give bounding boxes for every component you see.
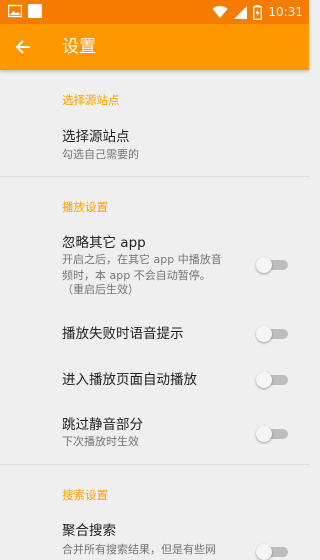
divider [0, 464, 309, 465]
toggle-switch[interactable] [256, 426, 288, 442]
setting-item-ignore-other-apps[interactable]: 忽略其它 app 开启之后，在其它 app 中播放音 频时，本 app 不会自动… [0, 226, 309, 306]
setting-title: 播放失败时语音提示 [62, 326, 184, 342]
toggle-switch[interactable] [256, 326, 288, 342]
wifi-icon [212, 6, 228, 19]
toggle-switch[interactable] [256, 544, 288, 560]
setting-title: 聚合搜索 [62, 523, 116, 539]
section-header-source: 选择源站点 [62, 93, 120, 107]
setting-subtitle: 勾选自己需要的 [62, 148, 139, 161]
setting-title: 进入播放页面自动播放 [62, 372, 197, 388]
page-title: 设置 [62, 37, 96, 57]
setting-subtitle-line: 开启之后，在其它 app 中播放音 [62, 253, 222, 266]
image-icon [8, 4, 22, 18]
status-bar: 10:31 [0, 0, 309, 24]
setting-title: 跳过静音部分 [62, 417, 143, 433]
divider [0, 176, 309, 177]
setting-subtitle: 下次播放时生效 [62, 435, 139, 448]
arrow-left-icon [15, 40, 30, 54]
setting-item-autoplay-on-enter[interactable]: 进入播放页面自动播放 [0, 360, 309, 400]
setting-title: 选择源站点 [62, 129, 130, 145]
switch-thumb [256, 257, 272, 273]
section-header-playback: 播放设置 [62, 200, 108, 214]
toggle-switch[interactable] [256, 257, 288, 273]
status-time: 10:31 [268, 5, 303, 19]
switch-thumb [256, 544, 272, 560]
setting-subtitle: 合并所有搜索结果，但是有些网 [62, 543, 216, 556]
section-header-search: 搜索设置 [62, 488, 108, 502]
setting-item-aggregate-search[interactable]: 聚合搜索 合并所有搜索结果，但是有些网 [0, 514, 309, 560]
app-bar: 设置 [0, 24, 309, 70]
battery-charging-icon [253, 4, 263, 20]
setting-item-voice-prompt-on-failure[interactable]: 播放失败时语音提示 [0, 314, 309, 354]
toggle-switch[interactable] [256, 372, 288, 388]
back-button[interactable] [10, 34, 36, 60]
setting-title: 忽略其它 app [62, 235, 146, 251]
setting-item-skip-silence[interactable]: 跳过静音部分 下次播放时生效 [0, 408, 309, 458]
switch-thumb [256, 426, 272, 442]
setting-item-select-source[interactable]: 选择源站点 勾选自己需要的 [0, 118, 309, 174]
setting-subtitle-line: （重启后生效） [62, 283, 139, 296]
square-icon [28, 4, 42, 18]
signal-icon [234, 5, 248, 19]
switch-thumb [256, 326, 272, 342]
switch-thumb [256, 372, 272, 388]
